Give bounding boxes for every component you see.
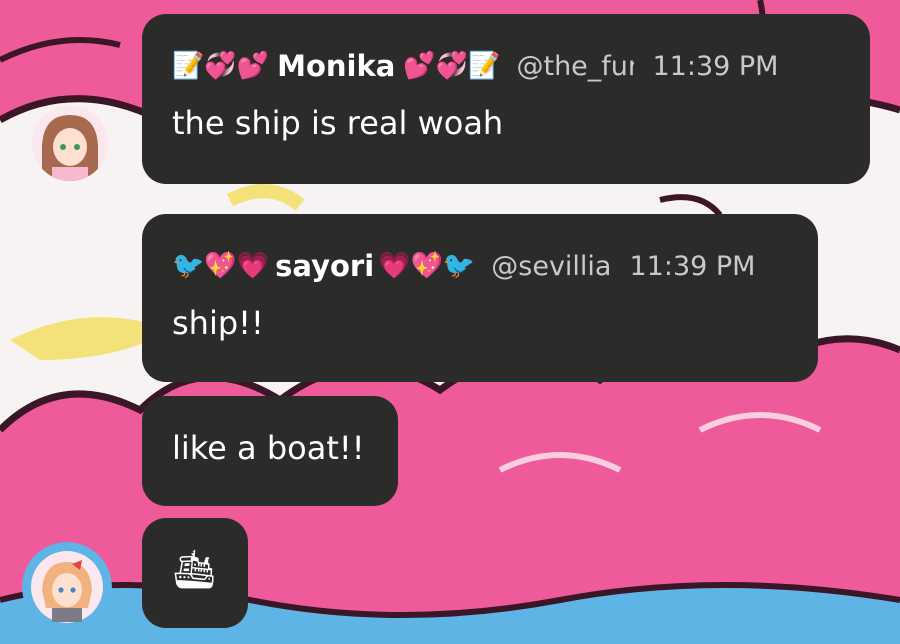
- message-text: the ship is real woah: [172, 104, 504, 142]
- monika-avatar[interactable]: [32, 105, 108, 181]
- message-bubble-continuation[interactable]: like a boat!!: [142, 396, 398, 506]
- message-text: ship!!: [172, 304, 264, 342]
- author-name[interactable]: Monika: [277, 49, 395, 83]
- author-name[interactable]: sayori: [275, 249, 374, 283]
- message-bubble-ship[interactable]: 🛳: [142, 518, 248, 628]
- message-bubble-monika[interactable]: 📝💞💕 Monika 💕💞📝 @the_fun 11:39 PM the shi…: [142, 14, 870, 184]
- author-handle[interactable]: @the_fun: [516, 51, 634, 82]
- message-header: 📝💞💕 Monika 💕💞📝 @the_fun 11:39 PM: [172, 46, 842, 86]
- hearts-memo-emoji-icon: 💕💞📝: [403, 51, 501, 81]
- message-timestamp: 11:39 PM: [652, 50, 779, 82]
- message-bubble-sayori[interactable]: 🐦💖💗 sayori 💗💖🐦 @sevillia 11:39 PM ship!!: [142, 214, 818, 382]
- message-text: like a boat!!: [172, 429, 365, 467]
- message-header: 🐦💖💗 sayori 💗💖🐦 @sevillia 11:39 PM: [172, 246, 790, 286]
- message-timestamp: 11:39 PM: [629, 250, 756, 282]
- bird-hearts-emoji-icon: 🐦💖💗: [172, 251, 270, 281]
- author-handle[interactable]: @sevillia: [491, 251, 611, 282]
- sayori-avatar[interactable]: [22, 542, 112, 632]
- memo-hearts-emoji-icon: 📝💞💕: [172, 51, 270, 81]
- hearts-bird-emoji-icon: 💗💖🐦: [378, 251, 476, 281]
- passenger-ship-emoji-icon: 🛳: [170, 547, 219, 591]
